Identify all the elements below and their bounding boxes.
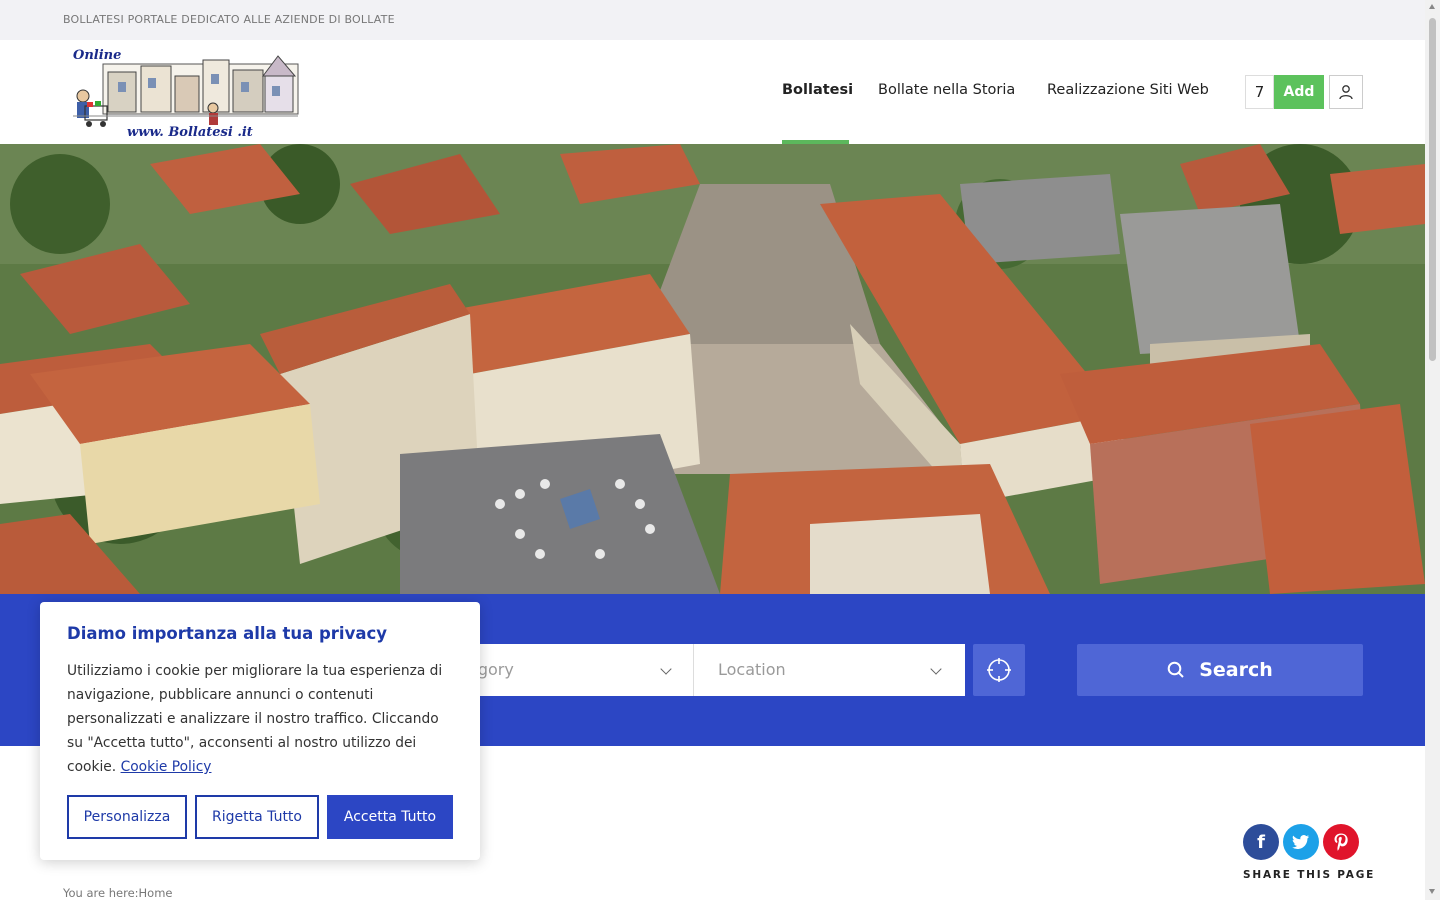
cookie-body: Utilizziamo i cookie per migliorare la t… [67,659,457,779]
breadcrumb-prefix: You are here: [63,886,139,900]
search-button-label: Search [1199,659,1273,681]
pinterest-icon [1334,833,1348,851]
breadcrumb: You are here:Home [63,886,173,900]
share-twitter-button[interactable] [1283,824,1319,860]
chevron-down-icon [930,663,942,675]
listing-counter: 7 [1245,75,1274,109]
scrollbar-thumb[interactable] [1429,18,1436,361]
scroll-up-arrow-icon[interactable] [1429,4,1435,9]
hero-image [0,144,1425,594]
geolocate-button[interactable] [973,644,1025,696]
search-button[interactable]: Search [1077,644,1363,696]
twitter-icon [1292,835,1309,849]
facebook-icon: f [1257,831,1265,853]
site-header: Online www. Bollatesi .it Bollatesi Boll… [0,40,1425,144]
location-select[interactable]: Location [694,644,965,696]
search-icon [1167,661,1184,678]
crosshair-icon [987,658,1011,682]
accept-all-cookies-button[interactable]: Accetta Tutto [327,795,453,839]
share-label: SHARE THIS PAGE [1243,869,1376,881]
add-listing-button[interactable]: Add [1274,75,1324,109]
user-icon [1339,85,1353,100]
scroll-down-arrow-icon[interactable] [1429,889,1435,894]
location-placeholder: Location [718,660,786,679]
svg-text:www. Bollatesi .it: www. Bollatesi .it [127,125,253,140]
nav-item-bollatesi[interactable]: Bollatesi [782,82,853,98]
breadcrumb-home-link[interactable]: Home [139,886,173,900]
page-scrollbar[interactable] [1425,0,1440,900]
share-pinterest-button[interactable] [1323,824,1359,860]
chevron-down-icon [660,663,672,675]
svg-text:Online: Online [73,48,121,63]
cookie-policy-link[interactable]: Cookie Policy [121,759,212,775]
customize-cookies-button[interactable]: Personalizza [67,795,187,839]
nav-item-bollate-nella-storia[interactable]: Bollate nella Storia [878,82,1015,98]
nav-item-realizzazione-siti-web[interactable]: Realizzazione Siti Web [1047,82,1209,98]
cookie-title: Diamo importanza alla tua privacy [67,624,388,643]
top-bar: BOLLATESI PORTALE DEDICATO ALLE AZIENDE … [0,0,1425,40]
site-logo[interactable]: Online www. Bollatesi .it [63,46,305,140]
topbar-tagline: BOLLATESI PORTALE DEDICATO ALLE AZIENDE … [63,13,395,26]
reject-all-cookies-button[interactable]: Rigetta Tutto [195,795,319,839]
share-facebook-button[interactable]: f [1243,824,1279,860]
user-account-button[interactable] [1329,75,1363,109]
cookie-consent-dialog: Diamo importanza alla tua privacy Utiliz… [40,602,480,860]
